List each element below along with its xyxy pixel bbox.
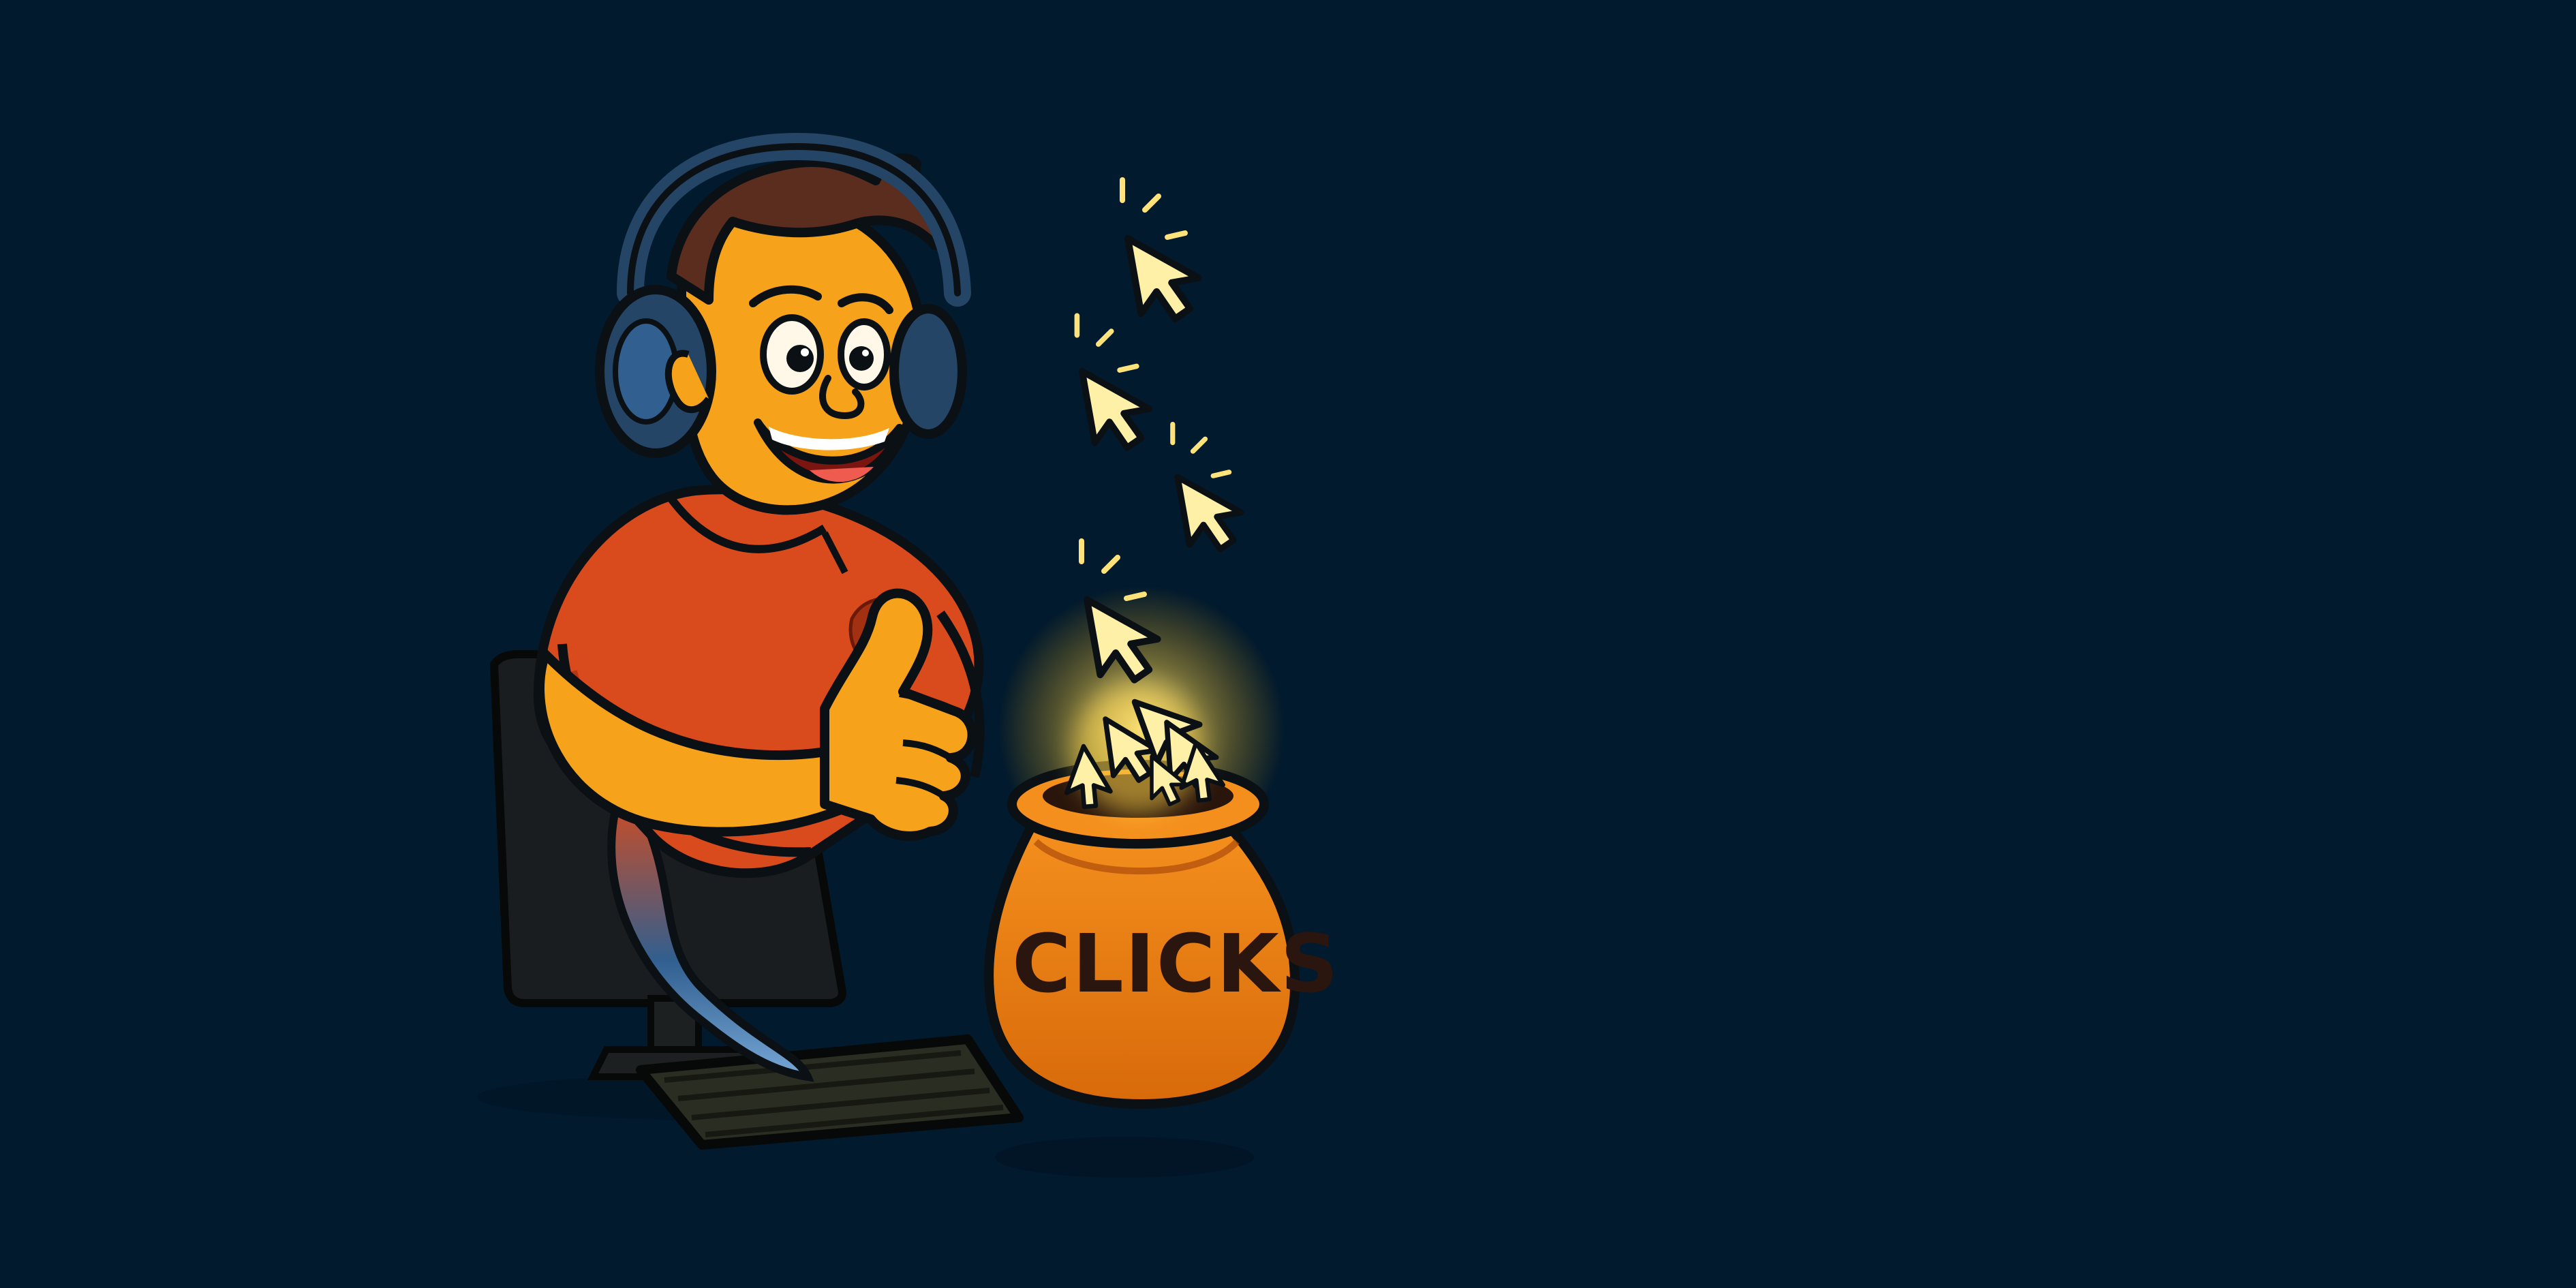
cursor-icon	[1174, 474, 1244, 553]
cursor-spark-icon	[1074, 313, 1139, 373]
cursor-spark-icon	[1120, 177, 1188, 240]
bag-label: CLICKS	[1012, 917, 1340, 1011]
cartoon-man	[533, 132, 985, 878]
cursor-icon	[1124, 235, 1202, 322]
illustration-canvas: CLICKS	[0, 0, 2576, 1288]
bag-shadow	[995, 1137, 1254, 1178]
cursor-icon	[1079, 368, 1153, 451]
cursor-spark-icon	[1170, 421, 1232, 478]
clicks-bag: CLICKS	[984, 760, 1340, 1109]
illustration-svg: CLICKS	[477, 132, 1340, 1178]
